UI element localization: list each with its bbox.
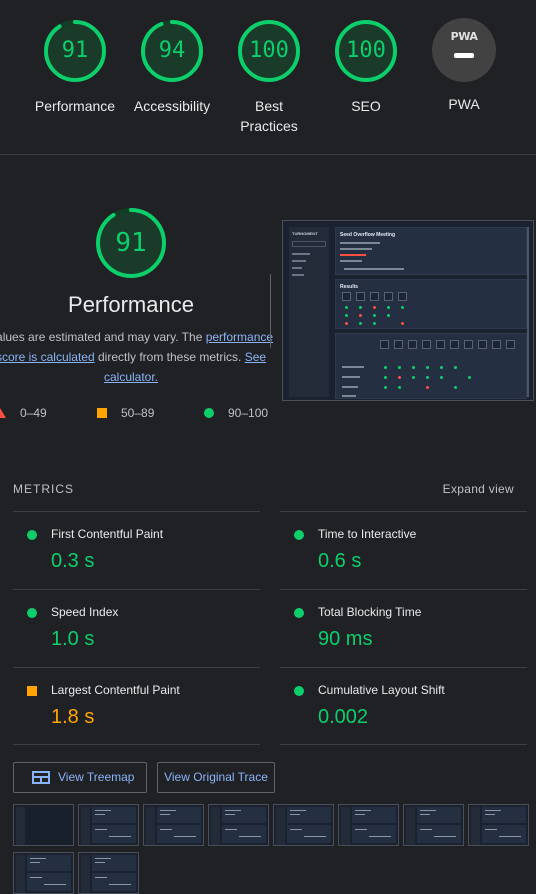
circle-pass-icon	[204, 408, 214, 418]
metric-name: Time to Interactive	[318, 527, 417, 541]
expand-view-toggle[interactable]: Expand view	[443, 482, 514, 496]
gauge-label: SEO	[351, 98, 381, 114]
metrics-heading: METRICS	[13, 482, 74, 496]
metric-name: Largest Contentful Paint	[51, 683, 180, 697]
square-average-icon	[97, 408, 107, 418]
gauge-accessibility[interactable]: 94 Accessibility	[117, 18, 227, 116]
filmstrip-frame	[13, 804, 74, 846]
gauge-label: Performance	[34, 98, 116, 114]
legend-range: 90–100	[228, 406, 269, 420]
legend-range: 0–49	[20, 406, 47, 420]
thumbnail-panel-meeting: Seed Overflow Meeting	[335, 227, 527, 275]
performance-description: Values are estimated and may vary. The p…	[0, 327, 282, 387]
filmstrip-frame	[338, 804, 399, 846]
legend-range: 50–89	[121, 406, 155, 420]
metric-cumulative-layout-shift: Cumulative Layout Shift 0.002	[280, 667, 527, 745]
thumbnail-sidebar-title: TURNOMENT	[292, 231, 318, 236]
gauge-label: Best Practices	[240, 98, 298, 134]
filmstrip-frame	[13, 852, 74, 894]
gauge-seo[interactable]: 100 SEO	[311, 18, 421, 116]
view-treemap-label: View Treemap	[58, 770, 135, 784]
performance-gauge: 91	[94, 206, 168, 280]
metric-value: 1.0 s	[51, 628, 95, 650]
pwa-badge[interactable]: PWA	[432, 18, 496, 82]
score-legend: 0–49 50–89 90–100	[0, 405, 280, 421]
thumbnail-scrollbar	[527, 227, 529, 397]
category-scores: 91 Performance 94 Accessibility 100 Best…	[0, 0, 536, 155]
filmstrip-frame	[403, 804, 464, 846]
metric-name: Total Blocking Time	[318, 605, 422, 619]
metric-first-contentful-paint: First Contentful Paint 0.3 s	[13, 511, 260, 589]
metric-value: 1.8 s	[51, 706, 95, 728]
metric-value: 0.3 s	[51, 550, 95, 572]
gauge-label: Accessibility	[133, 98, 211, 114]
filmstrip-frame	[143, 804, 204, 846]
metric-time-to-interactive: Time to Interactive 0.6 s	[280, 511, 527, 589]
metric-name: Cumulative Layout Shift	[318, 683, 445, 697]
metric-name: Speed Index	[51, 605, 119, 619]
metric-name: First Contentful Paint	[51, 527, 164, 541]
view-trace-label: View Original Trace	[164, 770, 268, 784]
performance-title: Performance	[68, 292, 194, 317]
gauge-value: 100	[249, 38, 289, 63]
filmstrip-frame	[273, 804, 334, 846]
filmstrip-frame	[468, 804, 529, 846]
metric-total-blocking-time: Total Blocking Time 90 ms	[280, 589, 527, 667]
pass-dot-icon	[294, 686, 304, 696]
triangle-fail-icon	[0, 408, 6, 418]
thumbnail-panel-title: Seed Overflow Meeting	[340, 232, 396, 238]
thumbnail-panel-table	[335, 333, 527, 399]
thumbnail-panel-results: Results	[335, 279, 527, 329]
filmstrip-frame	[208, 804, 269, 846]
metric-value: 0.6 s	[318, 550, 362, 572]
gauge-value: 100	[346, 38, 386, 63]
view-original-trace-button[interactable]: View Original Trace	[157, 762, 275, 793]
performance-score: 91	[115, 228, 147, 258]
filmstrip-frame	[78, 852, 139, 894]
pass-dot-icon	[294, 608, 304, 618]
section-divider	[0, 154, 536, 155]
metric-value: 0.002	[318, 706, 369, 728]
na-dash-icon	[454, 53, 474, 58]
gauge-value: 94	[158, 38, 186, 63]
thumbnail-panel-title-2: Results	[340, 284, 359, 290]
view-treemap-button[interactable]: View Treemap	[13, 762, 147, 793]
gauge-best-practices[interactable]: 100 Best Practices	[214, 18, 324, 136]
pwa-logo-icon: PWA	[450, 30, 478, 43]
description-text-2: directly from these metrics.	[94, 350, 245, 364]
pass-dot-icon	[27, 530, 37, 540]
pwa-label: PWA	[448, 96, 480, 112]
description-text: Values are estimated and may vary. The	[0, 330, 206, 344]
pass-dot-icon	[27, 608, 37, 618]
gauge-performance[interactable]: 91 Performance	[20, 18, 130, 116]
thumbnail-sidebar: TURNOMENT	[289, 227, 329, 397]
average-square-icon	[27, 686, 37, 696]
gauge-value: 91	[61, 38, 89, 63]
pass-dot-icon	[294, 530, 304, 540]
metric-largest-contentful-paint: Largest Contentful Paint 1.8 s	[13, 667, 260, 745]
final-screenshot[interactable]: TURNOMENT Seed Overflow Meeting Results	[282, 220, 534, 401]
metric-speed-index: Speed Index 1.0 s	[13, 589, 260, 667]
metric-value: 90 ms	[318, 628, 373, 650]
filmstrip-frame	[78, 804, 139, 846]
treemap-icon	[32, 771, 50, 784]
vertical-separator	[270, 274, 271, 348]
